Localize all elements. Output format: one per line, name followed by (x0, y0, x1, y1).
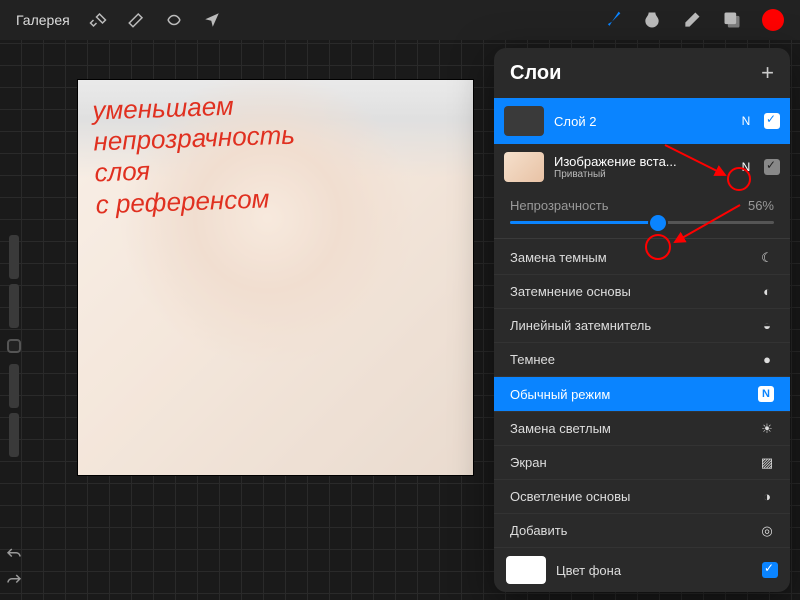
blend-label: Осветление основы (510, 489, 630, 504)
opacity-label: Непрозрачность (510, 198, 609, 213)
brush-size-slider[interactable] (9, 235, 19, 279)
add-layer-icon[interactable]: + (761, 60, 774, 86)
smudge-icon[interactable] (642, 10, 662, 30)
blend-label: Добавить (510, 523, 567, 538)
layer-name: Слой 2 (554, 114, 728, 129)
blend-label: Темнее (510, 352, 555, 367)
topbar-left: Галерея (16, 10, 222, 30)
darker-icon: ● (760, 353, 774, 367)
redo-icon[interactable] (4, 572, 24, 590)
opacity-value: 56% (748, 198, 774, 213)
modify-button[interactable] (7, 339, 21, 353)
eraser-icon[interactable] (682, 10, 702, 30)
panel-title: Слои (510, 62, 561, 85)
background-swatch[interactable] (506, 556, 546, 584)
layer-row[interactable]: Слой 2 N (494, 98, 790, 144)
normal-badge-icon: N (758, 386, 774, 402)
brush-size-slider-2[interactable] (9, 284, 19, 328)
opacity-control: Непрозрачность 56% (494, 190, 790, 238)
blend-mode-darken[interactable]: Замена темным ☾ (494, 241, 790, 275)
blend-label: Экран (510, 455, 547, 470)
opacity-slider[interactable] (510, 221, 774, 224)
undo-icon[interactable] (4, 546, 24, 564)
handwriting-annotation: уменьшаем непрозрачность слоя с референс… (92, 89, 298, 221)
dodge-icon: ◑ (760, 490, 774, 504)
layer-blend-badge[interactable]: N (738, 114, 754, 128)
wand-icon[interactable] (126, 10, 146, 30)
blend-mode-color-burn[interactable]: Затемнение основы ◐ (494, 275, 790, 309)
layer-visibility-checkbox[interactable] (764, 113, 780, 129)
linear-burn-icon: ◒ (760, 319, 774, 333)
burn-icon: ◐ (760, 285, 774, 299)
opacity-slider-rail-2[interactable] (9, 413, 19, 457)
active-color-swatch[interactable] (762, 9, 784, 31)
left-sidebar (2, 235, 26, 457)
layer-thumbnail (504, 106, 544, 136)
slider-knob[interactable] (650, 215, 666, 231)
layer-visibility-checkbox[interactable] (764, 159, 780, 175)
adjust-icon[interactable] (88, 10, 108, 30)
blend-label: Замена светлым (510, 421, 611, 436)
sun-icon: ☀ (760, 422, 774, 436)
blend-mode-lighten[interactable]: Замена светлым ☀ (494, 412, 790, 446)
background-color-row[interactable]: Цвет фона (494, 548, 790, 592)
blend-label: Линейный затемнитель (510, 318, 651, 333)
blend-mode-darker[interactable]: Темнее ● (494, 343, 790, 377)
bottom-rail (4, 546, 24, 590)
move-icon[interactable] (202, 10, 222, 30)
brush-icon[interactable] (602, 10, 622, 30)
blend-mode-add[interactable]: Добавить ◎ (494, 514, 790, 548)
layer-name: Изображение вста... (554, 154, 728, 169)
blend-label: Обычный режим (510, 387, 610, 402)
layer-info: Слой 2 (554, 114, 728, 129)
layer-blend-badge[interactable]: N (738, 160, 754, 174)
background-label: Цвет фона (556, 563, 752, 578)
canvas[interactable]: уменьшаем непрозрачность слоя с референс… (78, 80, 473, 475)
opacity-slider-rail[interactable] (9, 364, 19, 408)
layer-row[interactable]: Изображение вста... Приватный N (494, 144, 790, 190)
blend-mode-linear-burn[interactable]: Линейный затемнитель ◒ (494, 309, 790, 343)
blend-mode-normal[interactable]: Обычный режим N (494, 377, 790, 412)
screen-icon: ▨ (760, 456, 774, 470)
background-visibility-checkbox[interactable] (762, 562, 778, 578)
panel-header: Слои + (494, 48, 790, 98)
layer-thumbnail (504, 152, 544, 182)
gallery-link[interactable]: Галерея (16, 12, 70, 28)
blend-label: Затемнение основы (510, 284, 631, 299)
add-icon: ◎ (760, 524, 774, 538)
select-icon[interactable] (164, 10, 184, 30)
layers-panel: Слои + Слой 2 N Изображение вста... Прив… (494, 48, 790, 592)
layer-subtitle: Приватный (554, 169, 728, 180)
divider (494, 238, 790, 239)
moon-icon: ☾ (760, 251, 774, 265)
layers-icon[interactable] (722, 10, 742, 30)
blend-mode-color-dodge[interactable]: Осветление основы ◑ (494, 480, 790, 514)
topbar-right (602, 9, 784, 31)
layer-info: Изображение вста... Приватный (554, 154, 728, 180)
blend-mode-screen[interactable]: Экран ▨ (494, 446, 790, 480)
slider-fill (510, 221, 658, 224)
blend-label: Замена темным (510, 250, 607, 265)
topbar: Галерея (0, 0, 800, 40)
